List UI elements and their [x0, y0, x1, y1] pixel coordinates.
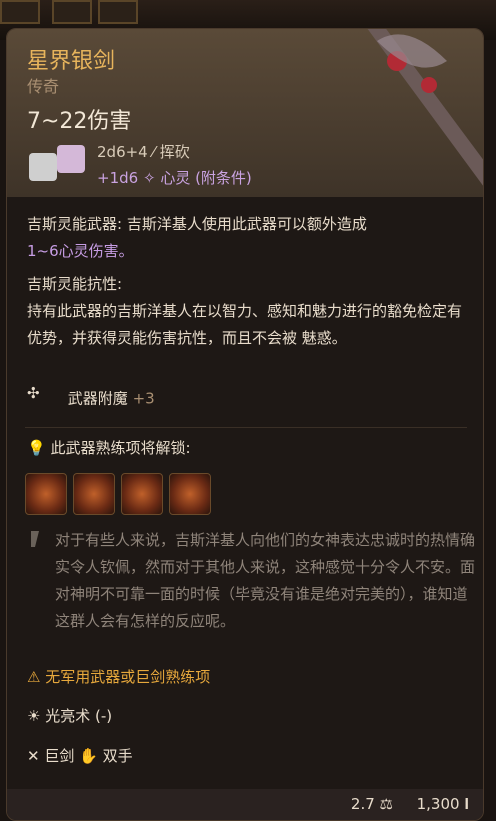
- damage-range: 7~22伤害: [27, 109, 132, 134]
- enchant-label: 武器附魔: [67, 389, 128, 408]
- item-tooltip: 星界银剑 传奇 7~22伤害 2d6+4 ⁄ 挥砍 +1d6 ✧ 心灵 (附条件…: [6, 28, 484, 821]
- ability-highlight: 1~6心灵伤害。: [27, 242, 134, 260]
- ability-title: 吉斯灵能武器: [27, 215, 118, 233]
- weight-icon: ⚖: [379, 795, 393, 813]
- unlock-label: 此武器熟练项将解锁:: [50, 439, 191, 457]
- bonus-damage-line: +1d6 ✧ 心灵 (附条件): [97, 167, 252, 188]
- hand-icon: ✋: [79, 747, 103, 765]
- warning-icon: ⚠: [27, 668, 46, 686]
- item-rarity: 传奇: [27, 77, 60, 96]
- weight-value: 2.7: [350, 795, 375, 813]
- mastery-icon[interactable]: [73, 473, 115, 515]
- price-value: 1,300: [416, 795, 460, 813]
- ability-2: 吉斯灵能抗性: 持有此武器的吉斯洋基人在以智力、感知和魅力进行的豁免检定有优势，…: [27, 271, 467, 352]
- bonus-type: 心灵 (附条件): [160, 169, 252, 187]
- enchant-value: +3: [132, 389, 155, 408]
- weapon-properties: ✕ 巨剑 ✋ 双手: [27, 745, 133, 766]
- spell[interactable]: ☀ 光亮术 (-): [27, 705, 112, 726]
- mastery-icon[interactable]: [169, 473, 211, 515]
- enchant-icon: ✣: [27, 384, 40, 402]
- slash-icon: ⁄: [152, 143, 160, 161]
- tooltip-footer: 2.7 ⚖ 1,300 𝐈: [7, 789, 483, 820]
- warning: ⚠ 无军用武器或巨剑熟练项: [27, 666, 210, 687]
- quote-icon: [31, 531, 39, 547]
- psychic-icon: ✧: [142, 169, 161, 187]
- mastery-icon[interactable]: [121, 473, 163, 515]
- hands-label: 双手: [102, 747, 133, 765]
- weapon-type: 巨剑: [44, 747, 75, 765]
- inventory-slot[interactable]: [0, 0, 40, 24]
- damage-dice: 2d6+4: [97, 143, 148, 161]
- sword-image: [367, 29, 483, 186]
- ability-title: 吉斯灵能抗性:: [27, 275, 123, 293]
- dice-icon: [29, 145, 85, 181]
- enchantment: ✣ 武器附魔 +3: [27, 384, 155, 414]
- price: 1,300 𝐈: [417, 795, 469, 813]
- ability-1: 吉斯灵能武器: 吉斯洋基人使用此武器可以额外造成 1~6心灵伤害。: [27, 215, 367, 260]
- mastery-icon[interactable]: [25, 473, 67, 515]
- item-name: 星界银剑: [27, 49, 116, 74]
- lightbulb-icon: 💡: [27, 439, 51, 457]
- ability-text: 持有此武器的吉斯洋基人在以智力、感知和魅力进行的豁免检定有优势，并获得灵能伤害抗…: [27, 302, 463, 347]
- light-spell-icon: ☀: [27, 707, 46, 725]
- inventory-slot[interactable]: [98, 0, 138, 24]
- proficiency-unlock: 💡 此武器熟练项将解锁:: [27, 437, 191, 458]
- damage-dice-line: 2d6+4 ⁄ 挥砍: [97, 141, 190, 162]
- tooltip-header: 星界银剑 传奇 7~22伤害 2d6+4 ⁄ 挥砍 +1d6 ✧ 心灵 (附条件…: [7, 29, 483, 197]
- coin-icon: 𝐈: [464, 795, 469, 813]
- inventory-slot[interactable]: [52, 0, 92, 24]
- weight: 2.7 ⚖: [351, 795, 393, 813]
- divider: [25, 427, 467, 428]
- warning-text: 无军用武器或巨剑熟练项: [45, 668, 211, 686]
- bonus-damage: +1d6: [97, 169, 139, 187]
- greatsword-icon: ✕: [27, 747, 45, 765]
- ability-text: 吉斯洋基人使用此武器可以额外造成: [126, 215, 367, 233]
- lore-text: 对于有些人来说，吉斯洋基人向他们的女神表达忠诚时的热情确实令人钦佩，然而对于其他…: [55, 531, 476, 630]
- damage-type: 挥砍: [159, 143, 190, 161]
- spell-label: 光亮术 (-): [45, 707, 113, 725]
